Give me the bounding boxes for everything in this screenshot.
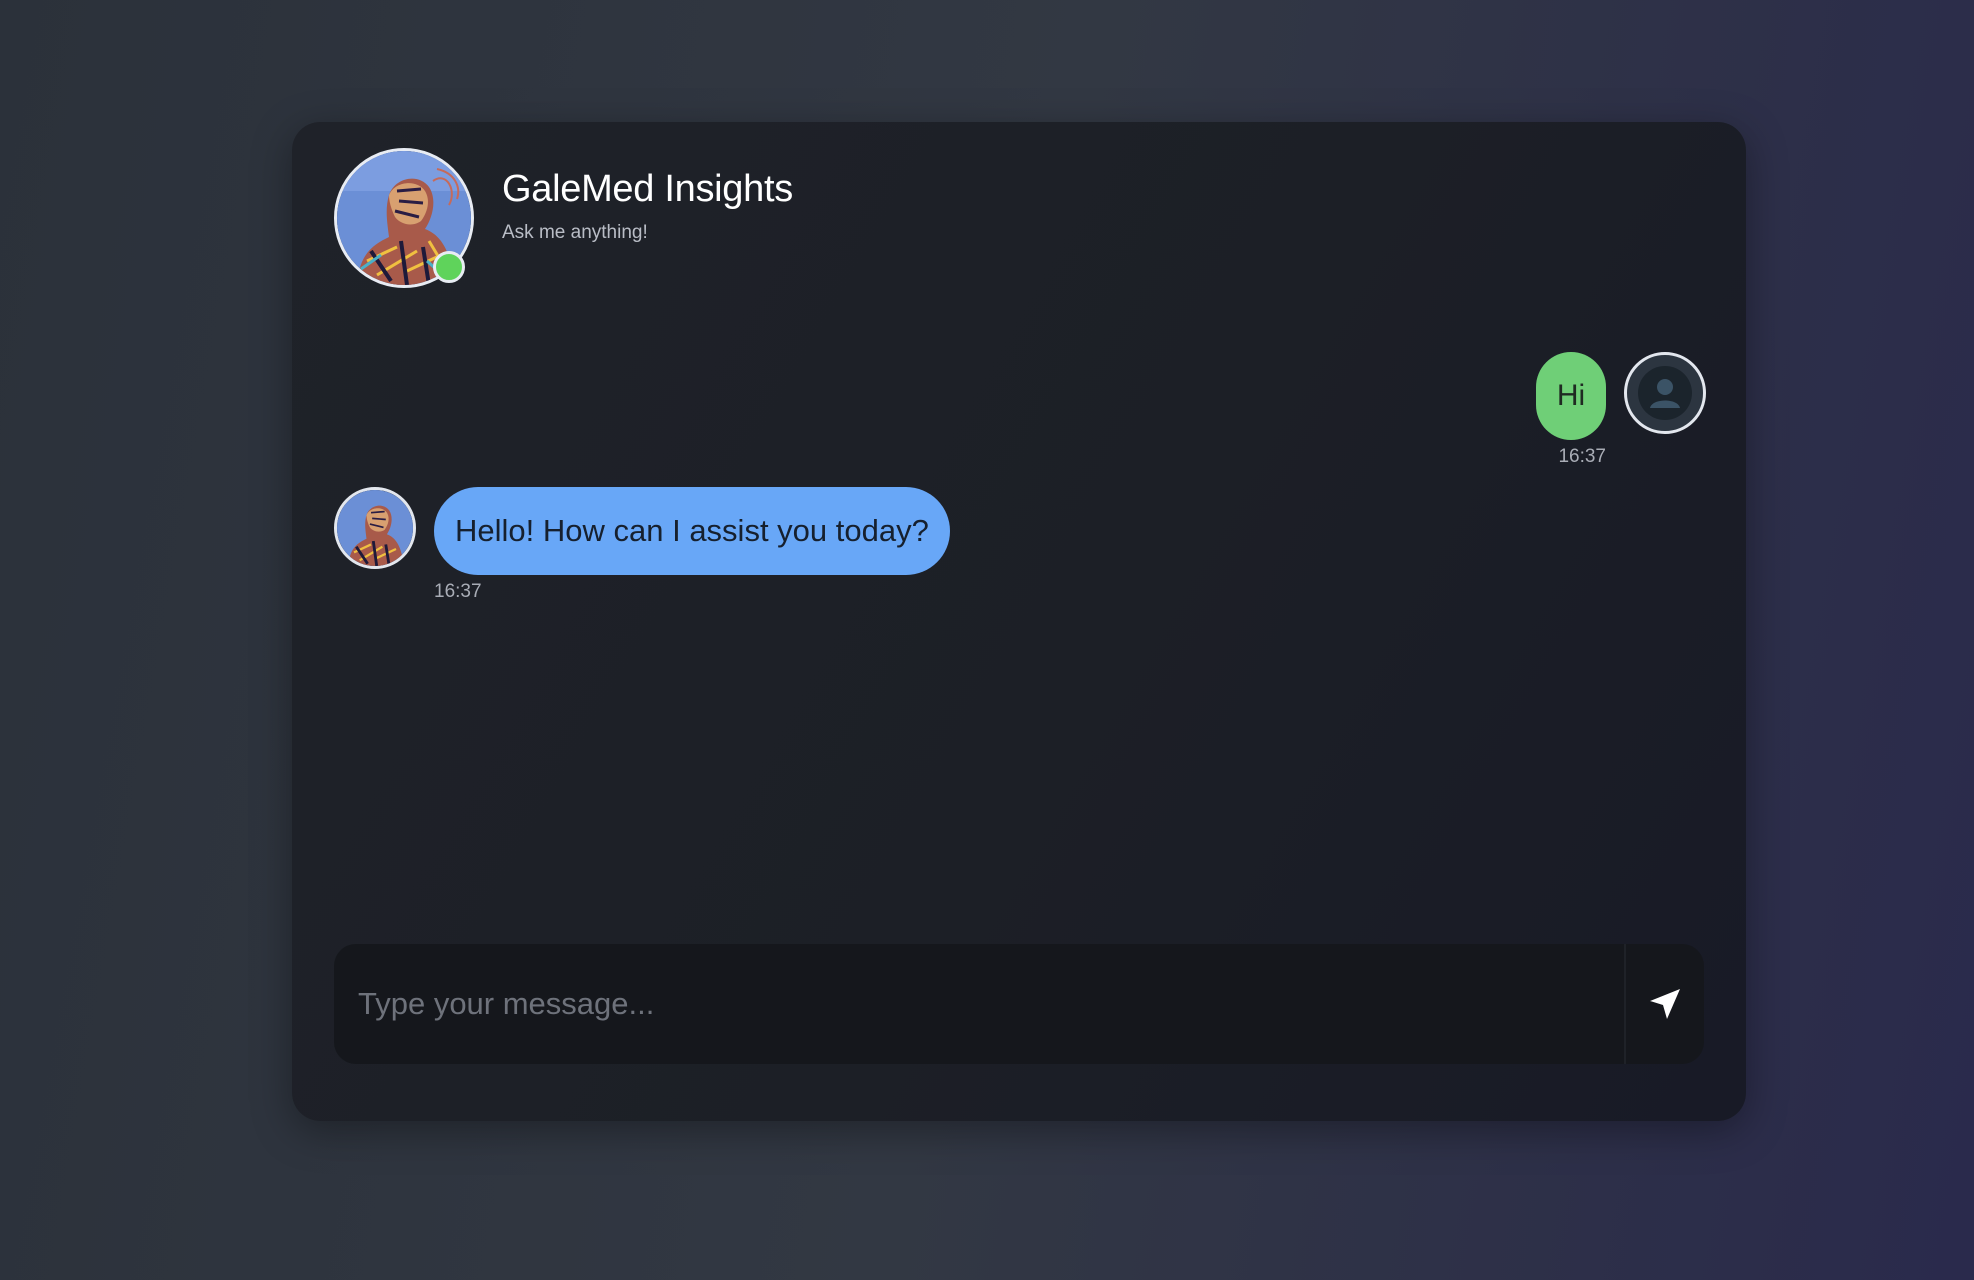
user-icon [1638, 366, 1692, 420]
bot-message-bubble: Hello! How can I assist you today? [434, 487, 950, 575]
chat-subtitle: Ask me anything! [502, 222, 648, 243]
message-composer [334, 944, 1704, 1064]
bot-message-avatar [334, 487, 416, 569]
message-input[interactable] [334, 944, 1624, 1064]
user-avatar [1624, 352, 1706, 434]
bot-avatar [334, 148, 474, 288]
bot-message: Hello! How can I assist you today? 16:37 [334, 487, 950, 603]
bot-message-time: 16:37 [434, 581, 482, 602]
user-message-content: Hi 16:37 [1536, 352, 1606, 468]
chat-header: GaleMed Insights Ask me anything! [334, 148, 793, 288]
user-message-time: 16:37 [1558, 446, 1606, 467]
send-icon [1650, 989, 1680, 1019]
user-message: Hi 16:37 [1536, 352, 1706, 468]
chat-title: GaleMed Insights [502, 168, 793, 210]
header-text: GaleMed Insights Ask me anything! [502, 166, 793, 244]
online-status-indicator [433, 251, 465, 283]
send-button[interactable] [1624, 944, 1704, 1064]
user-message-bubble: Hi [1536, 352, 1606, 440]
chat-window: GaleMed Insights Ask me anything! Hi 16:… [292, 122, 1746, 1121]
bot-message-content: Hello! How can I assist you today? 16:37 [434, 487, 950, 603]
bot-avatar-small-image [337, 490, 413, 566]
